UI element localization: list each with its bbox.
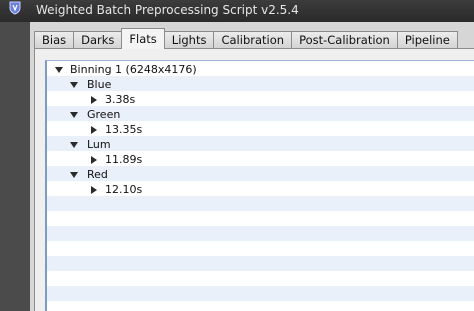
tree-exposure-row[interactable]: 11.89s	[47, 152, 474, 167]
expand-arrow-icon[interactable]	[54, 62, 64, 77]
tree-filter-row[interactable]: Green	[47, 107, 474, 122]
tab-calibration[interactable]: Calibration	[213, 31, 293, 49]
filter-label: Red	[87, 168, 108, 181]
tree-exposure-row[interactable]: 12.10s	[47, 182, 474, 197]
tab-post-calibration[interactable]: Post-Calibration	[291, 31, 398, 49]
tree-filter-row[interactable]: Blue	[47, 77, 474, 92]
file-tree[interactable]: Binning 1 (6248x4176) Blue 3.38s Green 1…	[45, 60, 474, 311]
collapse-arrow-icon[interactable]	[89, 182, 99, 197]
tree-filter-row[interactable]: Lum	[47, 137, 474, 152]
collapse-arrow-icon[interactable]	[89, 152, 99, 167]
tab-flats[interactable]: Flats	[121, 28, 165, 49]
title-bar: Weighted Batch Preprocessing Script v2.5…	[0, 0, 474, 22]
tab-pipeline[interactable]: Pipeline	[396, 31, 458, 49]
expand-arrow-icon[interactable]	[69, 107, 79, 122]
filter-label: Lum	[87, 138, 111, 151]
exposure-label: 3.38s	[105, 93, 136, 106]
tree-exposure-row[interactable]: 13.35s	[47, 122, 474, 137]
tab-darks[interactable]: Darks	[73, 31, 123, 49]
app-shield-icon	[9, 1, 21, 15]
collapse-arrow-icon[interactable]	[89, 92, 99, 107]
exposure-label: 11.89s	[105, 153, 143, 166]
exposure-label: 12.10s	[105, 183, 143, 196]
tree-filter-row[interactable]: Red	[47, 167, 474, 182]
tree-exposure-row[interactable]: 3.38s	[47, 92, 474, 107]
filter-label: Green	[87, 108, 121, 121]
group-label: Binning 1 (6248x4176)	[70, 63, 197, 76]
expand-arrow-icon[interactable]	[69, 77, 79, 92]
collapse-arrow-icon[interactable]	[89, 122, 99, 137]
tree-group-row[interactable]: Binning 1 (6248x4176)	[47, 62, 474, 77]
exposure-label: 13.35s	[105, 123, 143, 136]
filter-label: Blue	[87, 78, 112, 91]
window-title: Weighted Batch Preprocessing Script v2.5…	[36, 3, 299, 17]
tab-lights[interactable]: Lights	[163, 31, 215, 49]
expand-arrow-icon[interactable]	[69, 167, 79, 182]
tab-bar: Bias Darks Flats Lights Calibration Post…	[34, 28, 458, 49]
tab-bias[interactable]: Bias	[34, 31, 75, 49]
left-side-panel	[0, 22, 31, 311]
expand-arrow-icon[interactable]	[69, 137, 79, 152]
